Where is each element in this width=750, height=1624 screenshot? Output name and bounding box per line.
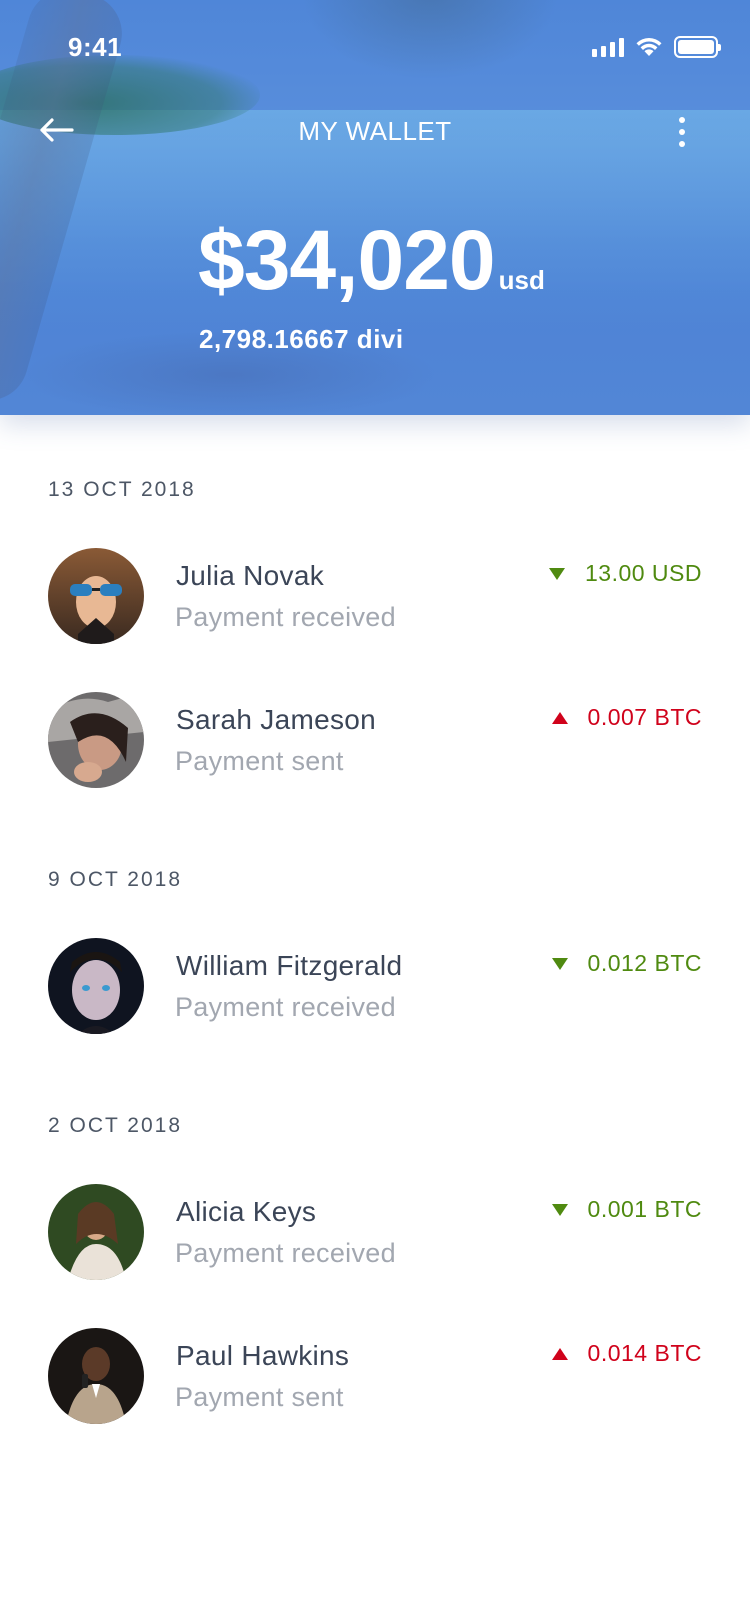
status-bar: 9:41 (0, 0, 750, 96)
balance-display: $34,020 usd (198, 213, 545, 307)
contact-name: Alicia Keys (176, 1196, 317, 1227)
battery-icon (674, 36, 721, 58)
avatar (48, 1328, 144, 1424)
amount-value: 13.00 USD (584, 560, 702, 586)
balance-crypto: 2,798.16667 divi (199, 324, 404, 354)
amount-value: 0.012 BTC (587, 950, 702, 976)
avatar (48, 1184, 144, 1280)
transaction-amount: 0.007 BTC (551, 704, 702, 731)
transaction-row[interactable]: Sarah Jameson Payment sent 0.007 BTC (0, 692, 750, 802)
more-options-button[interactable] (670, 110, 694, 154)
status-icons (592, 34, 721, 60)
transaction-status: Payment received (175, 1238, 396, 1268)
balance-amount: $34,020 (198, 213, 496, 307)
wallet-header: 9:41 MY WALLET $34,020 usd 2,798.16667 d… (0, 0, 750, 415)
transaction-amount: 0.012 BTC (551, 950, 702, 977)
transaction-amount: 0.014 BTC (551, 1340, 702, 1367)
triangle-down-icon (548, 567, 565, 580)
triangle-down-icon (551, 1203, 568, 1216)
navigation-bar: MY WALLET (0, 100, 750, 164)
wifi-icon (636, 37, 662, 56)
section-date: 13 OCT 2018 (48, 478, 196, 501)
amount-value: 0.007 BTC (587, 704, 702, 730)
transaction-row[interactable]: Paul Hawkins Payment sent 0.014 BTC (0, 1328, 750, 1438)
transaction-status: Payment sent (175, 746, 344, 776)
amount-value: 0.014 BTC (587, 1340, 702, 1366)
balance-currency: usd (498, 265, 545, 295)
page-title: MY WALLET (298, 116, 452, 146)
avatar (48, 938, 144, 1034)
contact-name: Julia Novak (176, 560, 325, 591)
amount-value: 0.001 BTC (587, 1196, 702, 1222)
cellular-signal-icon (592, 37, 624, 57)
transaction-status: Payment received (175, 602, 396, 632)
triangle-up-icon (551, 711, 568, 724)
contact-name: William Fitzgerald (176, 950, 403, 981)
transaction-row[interactable]: Alicia Keys Payment received 0.001 BTC (0, 1184, 750, 1294)
transaction-amount: 13.00 USD (548, 560, 702, 587)
transaction-status: Payment sent (175, 1382, 344, 1412)
section-date: 2 OCT 2018 (48, 1114, 183, 1137)
avatar (48, 692, 144, 788)
section-date: 9 OCT 2018 (48, 868, 183, 891)
transaction-amount: 0.001 BTC (551, 1196, 702, 1223)
transaction-row[interactable]: Julia Novak Payment received 13.00 USD (0, 548, 750, 658)
transaction-status: Payment received (175, 992, 396, 1022)
triangle-down-icon (551, 957, 568, 970)
triangle-up-icon (551, 1347, 568, 1360)
status-time: 9:41 (68, 32, 123, 62)
more-vertical-icon (679, 117, 685, 123)
contact-name: Paul Hawkins (176, 1340, 350, 1371)
avatar (48, 548, 144, 644)
contact-name: Sarah Jameson (176, 704, 377, 735)
transaction-row[interactable]: William Fitzgerald Payment received 0.01… (0, 938, 750, 1048)
